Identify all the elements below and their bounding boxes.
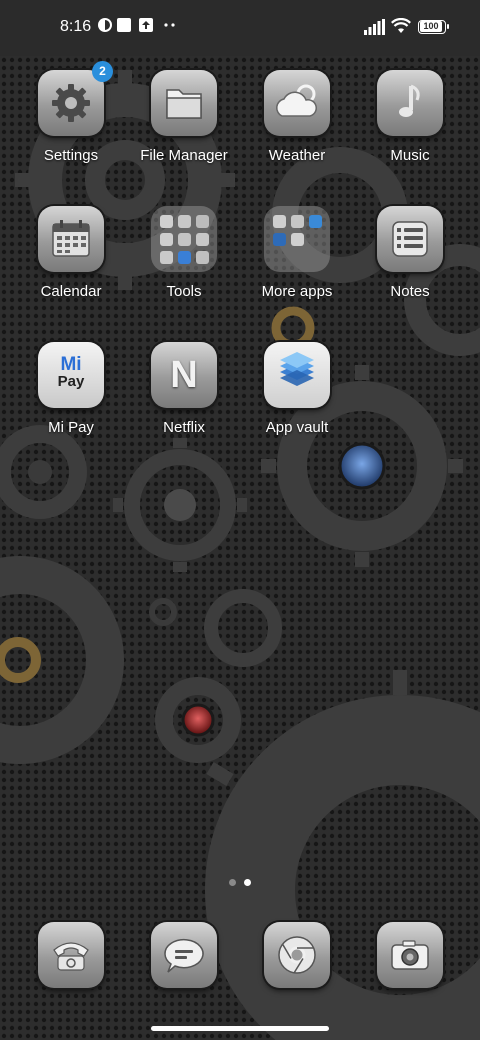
mini-app-icon bbox=[160, 251, 173, 264]
mini-app-icon bbox=[178, 251, 191, 264]
app-vault-icon bbox=[280, 352, 314, 386]
mini-app-icon bbox=[196, 233, 209, 246]
app-label: Settings bbox=[43, 147, 99, 164]
mini-app-icon bbox=[291, 215, 304, 228]
message-icon bbox=[164, 938, 204, 973]
folder-icon bbox=[166, 89, 202, 119]
app-settings[interactable]: Settings bbox=[15, 70, 127, 190]
dock-phone[interactable] bbox=[15, 922, 127, 992]
square-notification-icon bbox=[117, 18, 131, 32]
browser-tile bbox=[264, 922, 330, 988]
netflix-tile: N bbox=[151, 342, 217, 408]
app-label: Music bbox=[390, 147, 430, 164]
mini-app-icon bbox=[196, 251, 209, 264]
mi-pay-icon-text-top: Mi bbox=[60, 354, 82, 375]
status-time: 8:16 bbox=[60, 18, 92, 35]
more-apps-folder-tile bbox=[264, 206, 330, 272]
mini-app-icon bbox=[273, 233, 286, 246]
app-vault[interactable]: App vault bbox=[241, 342, 353, 462]
camera-tile bbox=[377, 922, 443, 988]
mini-app-icon bbox=[178, 233, 191, 246]
folder-more-apps[interactable]: More apps bbox=[241, 206, 353, 326]
camera-icon bbox=[391, 940, 429, 970]
mini-app-icon bbox=[160, 233, 173, 246]
folder-tools[interactable]: Tools bbox=[128, 206, 240, 326]
gear-icon bbox=[52, 84, 90, 122]
messages-tile bbox=[151, 922, 217, 988]
notification-badge: 2 bbox=[92, 61, 113, 82]
phone-icon bbox=[53, 942, 89, 971]
app-notes[interactable]: Notes bbox=[354, 206, 466, 326]
mi-pay-icon-text-bottom: Pay bbox=[57, 373, 85, 390]
dock-browser[interactable] bbox=[241, 922, 353, 992]
app-label: Calendar bbox=[40, 283, 102, 300]
cloud-icon bbox=[276, 84, 317, 117]
calendar-icon bbox=[52, 220, 90, 257]
mini-app-icon bbox=[178, 215, 191, 228]
mi-pay-tile: Mi Pay bbox=[38, 342, 104, 408]
app-mi-pay[interactable]: Mi Pay Mi Pay bbox=[15, 342, 127, 462]
mini-app-icon bbox=[273, 215, 286, 228]
app-music[interactable]: Music bbox=[354, 70, 466, 190]
page-indicator-dot-1[interactable] bbox=[229, 879, 236, 886]
phone-tile bbox=[38, 922, 104, 988]
music-tile bbox=[377, 70, 443, 136]
dock-camera[interactable] bbox=[354, 922, 466, 992]
upload-icon bbox=[139, 18, 153, 32]
mi-pay-icon: Mi Pay bbox=[38, 354, 104, 390]
app-label: Weather bbox=[268, 147, 326, 164]
status-bar: 8:16 100 bbox=[0, 0, 480, 56]
app-label: File Manager bbox=[140, 147, 228, 164]
more-dots-icon bbox=[164, 23, 175, 27]
app-label: Notes bbox=[390, 283, 430, 300]
mini-app-icon bbox=[309, 215, 322, 228]
page-indicator-dot-2[interactable] bbox=[244, 879, 251, 886]
mini-app-icon bbox=[291, 233, 304, 246]
netflix-icon: N bbox=[170, 354, 198, 396]
mini-app-icon bbox=[196, 215, 209, 228]
calendar-tile bbox=[38, 206, 104, 272]
app-netflix[interactable]: N Netflix bbox=[128, 342, 240, 462]
file-manager-tile bbox=[151, 70, 217, 136]
app-label: Mi Pay bbox=[48, 419, 94, 436]
app-calendar[interactable]: Calendar bbox=[15, 206, 127, 326]
tools-folder-tile bbox=[151, 206, 217, 272]
app-label: More apps bbox=[261, 283, 333, 300]
app-file-manager[interactable]: File Manager bbox=[128, 70, 240, 190]
app-vault-tile bbox=[264, 342, 330, 408]
app-label: App vault bbox=[265, 419, 329, 436]
music-note-icon bbox=[399, 84, 420, 117]
app-label: Tools bbox=[166, 283, 202, 300]
chrome-icon bbox=[278, 936, 316, 974]
home-gesture-bar[interactable] bbox=[151, 1026, 329, 1031]
battery-icon: 100 bbox=[418, 20, 449, 34]
notes-icon bbox=[392, 221, 428, 257]
wifi-icon bbox=[391, 18, 411, 33]
app-label: Netflix bbox=[163, 419, 205, 436]
weather-tile bbox=[264, 70, 330, 136]
app-weather[interactable]: Weather bbox=[241, 70, 353, 190]
notes-tile bbox=[377, 206, 443, 272]
signal-icon bbox=[364, 19, 385, 35]
notification-icon-1 bbox=[98, 18, 112, 32]
dock-messages[interactable] bbox=[128, 922, 240, 992]
battery-level: 100 bbox=[420, 21, 442, 32]
mini-app-icon bbox=[160, 215, 173, 228]
settings-tile bbox=[38, 70, 104, 136]
